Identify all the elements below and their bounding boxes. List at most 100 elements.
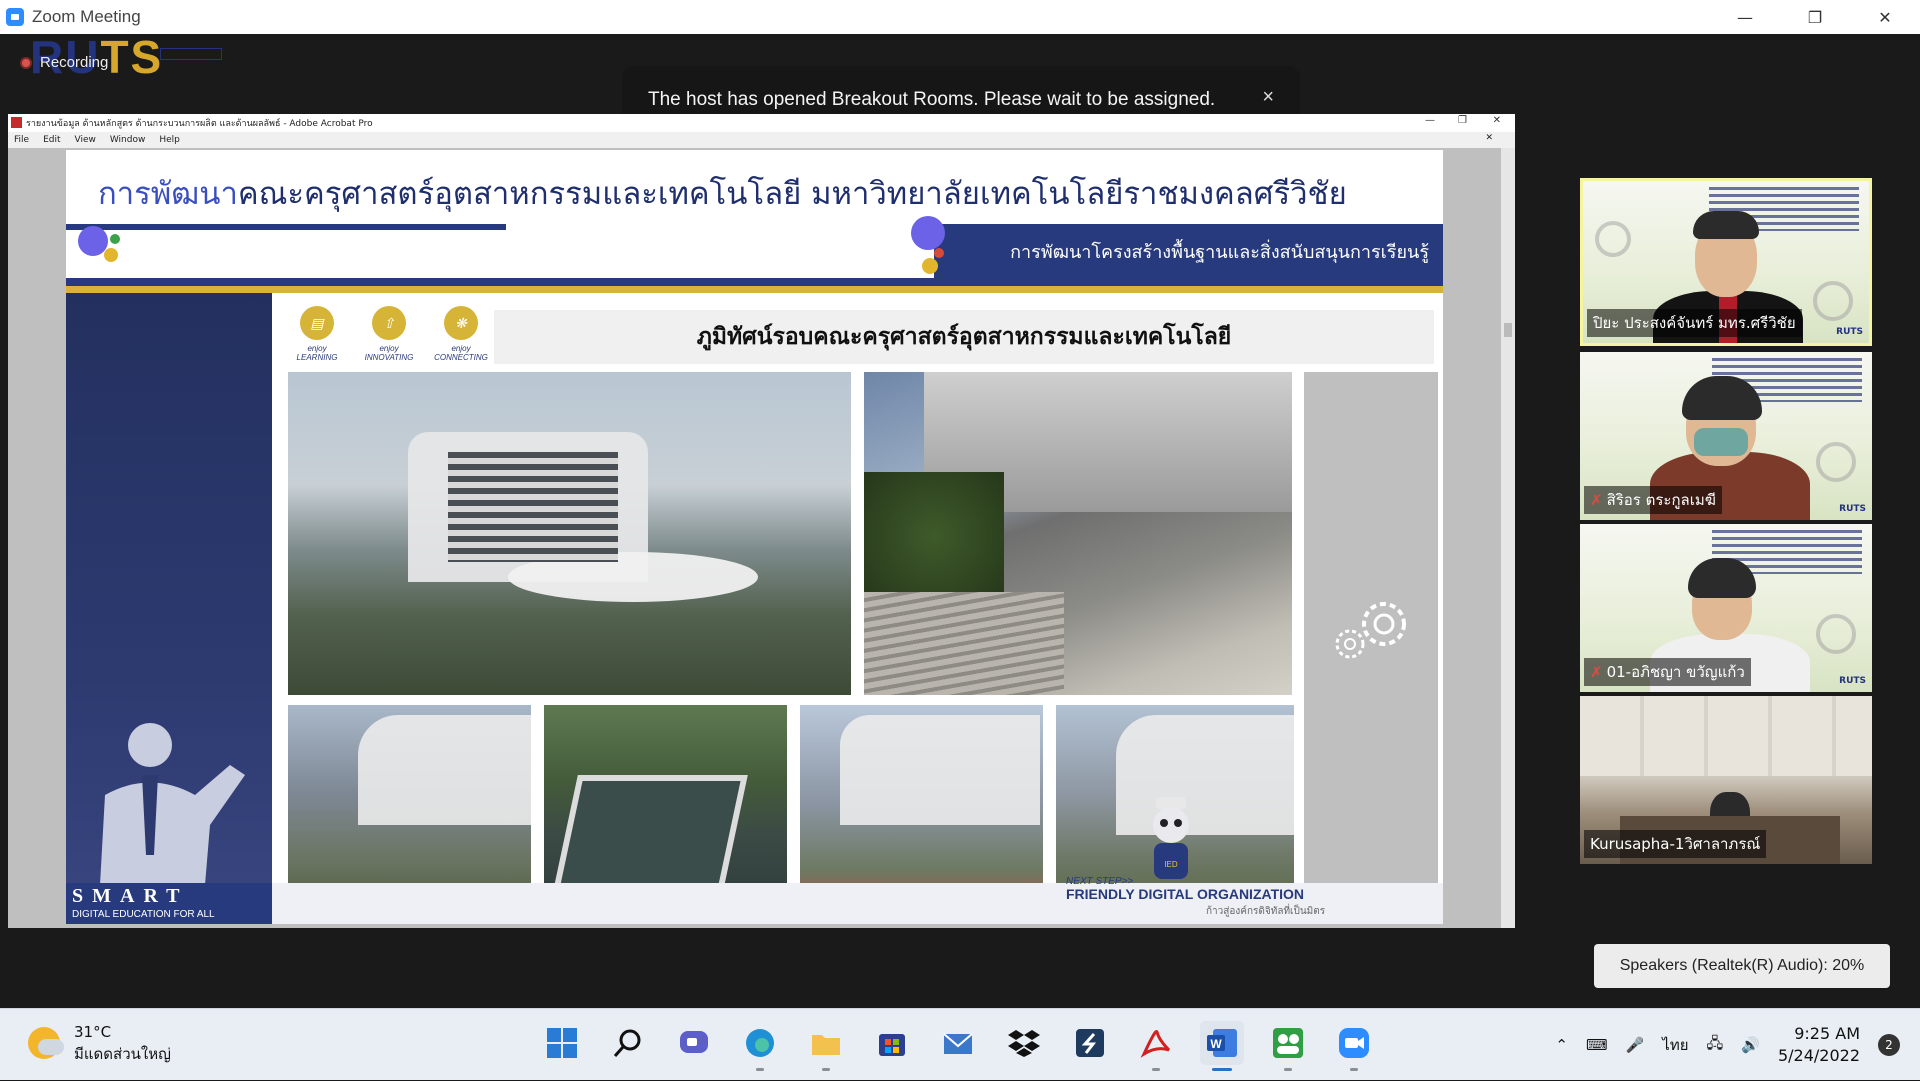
decor-dot <box>110 234 120 244</box>
heading-underline <box>66 224 506 230</box>
minimize-icon[interactable]: — <box>1425 115 1435 126</box>
speakers-volume-tooltip: Speakers (Realtek(R) Audio): 20% <box>1594 944 1890 988</box>
mascot-figure: IED <box>1153 797 1189 879</box>
acrobat-menubar: File Edit View Window Help ✕ <box>8 132 1515 148</box>
edge-icon[interactable] <box>738 1021 782 1071</box>
slide-heading: การพัฒนาคณะครุศาสตร์อุตสาหกรรมและเทคโนโล… <box>98 176 1347 212</box>
presentation-slide: การพัฒนาคณะครุศาสตร์อุตสาหกรรมและเทคโนโล… <box>66 150 1443 924</box>
menu-file[interactable]: File <box>14 135 29 145</box>
notification-badge[interactable]: 2 <box>1878 1034 1900 1056</box>
campus-photo-entrance <box>864 372 1292 695</box>
close-icon[interactable]: ✕ <box>1493 115 1501 126</box>
svg-text:W: W <box>1210 1037 1222 1051</box>
upload-icon: ⇧ <box>372 306 406 340</box>
shared-screen-acrobat: รายงานข้อมูล ด้านหลักสูตร ด้านกระบวนการผ… <box>8 114 1515 928</box>
enjoy-badges: ▤ enjoy LEARNING ⇧ enjoy INNOVATING ❋ enjoy CO… <box>288 306 490 362</box>
banner-text: The host has opened Breakout Rooms. Plea… <box>648 89 1216 110</box>
close-icon[interactable]: × <box>1262 86 1274 109</box>
clock-date: 5/24/2022 <box>1777 1046 1860 1065</box>
book-icon: ▤ <box>300 306 334 340</box>
businessman-silhouette <box>100 723 245 885</box>
acrobat-titlebar: รายงานข้อมูล ด้านหลักสูตร ด้านกระบวนการผ… <box>8 114 1515 132</box>
scrollbar-thumb[interactable] <box>1504 323 1512 337</box>
zoom-titlebar: Zoom Meeting — ❐ ✕ <box>0 0 1920 34</box>
zoom-app-icon <box>6 8 24 26</box>
muted-mic-icon: ✗ <box>1590 663 1603 681</box>
slide-divider <box>66 286 1443 293</box>
network-icon: ❋ <box>444 306 478 340</box>
participant-tile[interactable]: ✗ 01-อภิชญา ขวัญแก้ว RUTS <box>1580 524 1872 692</box>
ruts-watermark: RUTS <box>1836 327 1863 337</box>
weather-description: มีแดดส่วนใหญ่ <box>74 1045 171 1063</box>
slide-subheading: การพัฒนาโครงสร้างพื้นฐานและสิ่งสนับสนุนก… <box>934 224 1443 278</box>
word-icon[interactable]: W <box>1200 1021 1244 1071</box>
network-icon[interactable]: 🖧 <box>1707 1033 1724 1058</box>
system-tray: ⌃ ⌨ 🎤 ไทย 🖧 🔊 9:25 AM 5/24/2022 2 <box>1555 1009 1900 1081</box>
ruts-watermark: RUTS <box>1839 504 1866 514</box>
decor-dot <box>934 248 944 258</box>
microphone-icon[interactable]: 🎤 <box>1626 1036 1645 1054</box>
participant-name: Kurusapha-1วิศาลาภรณ์ <box>1584 830 1767 858</box>
menu-view[interactable]: View <box>75 135 96 145</box>
taskbar-apps: W <box>540 1021 1376 1071</box>
keyboard-icon[interactable]: ⌨ <box>1586 1036 1608 1054</box>
participant-tile[interactable]: Kurusapha-1วิศาลาภรณ์ <box>1580 696 1872 864</box>
volume-icon[interactable]: 🔊 <box>1741 1036 1760 1054</box>
acrobat-title: รายงานข้อมูล ด้านหลักสูตร ด้านกระบวนการผ… <box>26 119 373 129</box>
decor-dot <box>104 248 118 262</box>
windows-start-icon[interactable] <box>540 1021 584 1065</box>
panorama-title: ภูมิทัศน์รอบคณะครุศาสตร์อุตสาหกรรมและเทค… <box>494 310 1434 364</box>
smart-logo: SMART DIGITAL EDUCATION FOR ALL <box>66 883 272 924</box>
teams-icon[interactable] <box>1266 1021 1310 1071</box>
slide-left-panel <box>66 293 272 924</box>
file-explorer-icon[interactable] <box>804 1021 848 1071</box>
mail-icon[interactable] <box>936 1021 980 1065</box>
muted-mic-icon: ✗ <box>1590 491 1603 509</box>
zoom-icon[interactable] <box>1332 1021 1376 1071</box>
temperature: 31°C <box>74 1023 112 1041</box>
store-icon[interactable] <box>870 1021 914 1065</box>
sunny-weather-icon <box>28 1027 64 1059</box>
participant-tile[interactable]: ปิยะ ประสงค์จันทร์ มทร.ศรีวิชัย RUTS <box>1580 178 1872 346</box>
clock-time: 9:25 AM <box>1794 1024 1860 1043</box>
dropbox-icon[interactable] <box>1002 1021 1046 1065</box>
language-indicator[interactable]: ไทย <box>1662 1033 1688 1057</box>
app-s-icon[interactable] <box>1068 1021 1112 1065</box>
friendly-org-subtitle: ก้าวสู่องค์กรดิจิทัลที่เป็นมิตร <box>1206 906 1326 917</box>
enjoy-learning: ▤ enjoy LEARNING <box>288 306 346 362</box>
search-icon[interactable] <box>606 1021 650 1065</box>
recording-indicator[interactable]: Recording <box>20 54 108 71</box>
svg-text:IED: IED <box>1164 860 1178 869</box>
restore-icon[interactable]: ❐ <box>1780 0 1850 34</box>
participant-tile[interactable]: ✗ สิริอร ตระกูลเมฆี RUTS <box>1580 352 1872 520</box>
menu-help[interactable]: Help <box>159 135 180 145</box>
recording-label: Recording <box>40 54 109 71</box>
weather-widget[interactable]: 31°C มีแดดส่วนใหญ่ <box>28 1021 171 1065</box>
clock[interactable]: 9:25 AM 5/24/2022 <box>1778 1023 1860 1067</box>
decor-dot <box>911 216 945 250</box>
ruts-watermark: RUTS <box>1839 676 1866 686</box>
windows-taskbar: 31°C มีแดดส่วนใหญ่ W ⌃ ⌨ 🎤 ไทย 🖧 🔊 9:25 … <box>0 1008 1920 1080</box>
acrobat-scrollbar[interactable] <box>1501 148 1515 928</box>
chevron-up-icon[interactable]: ⌃ <box>1555 1036 1568 1054</box>
menu-edit[interactable]: Edit <box>43 135 60 145</box>
close-icon[interactable]: ✕ <box>1485 133 1493 143</box>
participant-name: ปิยะ ประสงค์จันทร์ มทร.ศรีวิชัย <box>1587 309 1802 337</box>
close-icon[interactable]: ✕ <box>1850 0 1920 34</box>
restore-icon[interactable]: ❐ <box>1458 115 1467 126</box>
acrobat-icon <box>11 117 22 128</box>
campus-photo-aerial <box>288 372 851 695</box>
minimize-icon[interactable]: — <box>1710 0 1780 34</box>
friendly-org-label: FRIENDLY DIGITAL ORGANIZATION <box>1066 886 1305 902</box>
slide-content: ▤ enjoy LEARNING ⇧ enjoy INNOVATING ❋ enjoy CO… <box>280 300 1443 924</box>
participant-name: ✗ 01-อภิชญา ขวัญแก้ว <box>1584 658 1751 686</box>
acrobat-icon[interactable] <box>1134 1021 1178 1071</box>
menu-window[interactable]: Window <box>110 135 146 145</box>
ruts-watermark-box <box>160 48 222 60</box>
window-controls: — ❐ ✕ <box>1710 0 1920 34</box>
chat-icon[interactable] <box>672 1021 716 1065</box>
slide-side-column <box>1304 372 1438 924</box>
window-title: Zoom Meeting <box>32 7 141 26</box>
decor-dot <box>922 258 938 274</box>
enjoy-connecting: ❋ enjoy CONNECTING <box>432 306 490 362</box>
